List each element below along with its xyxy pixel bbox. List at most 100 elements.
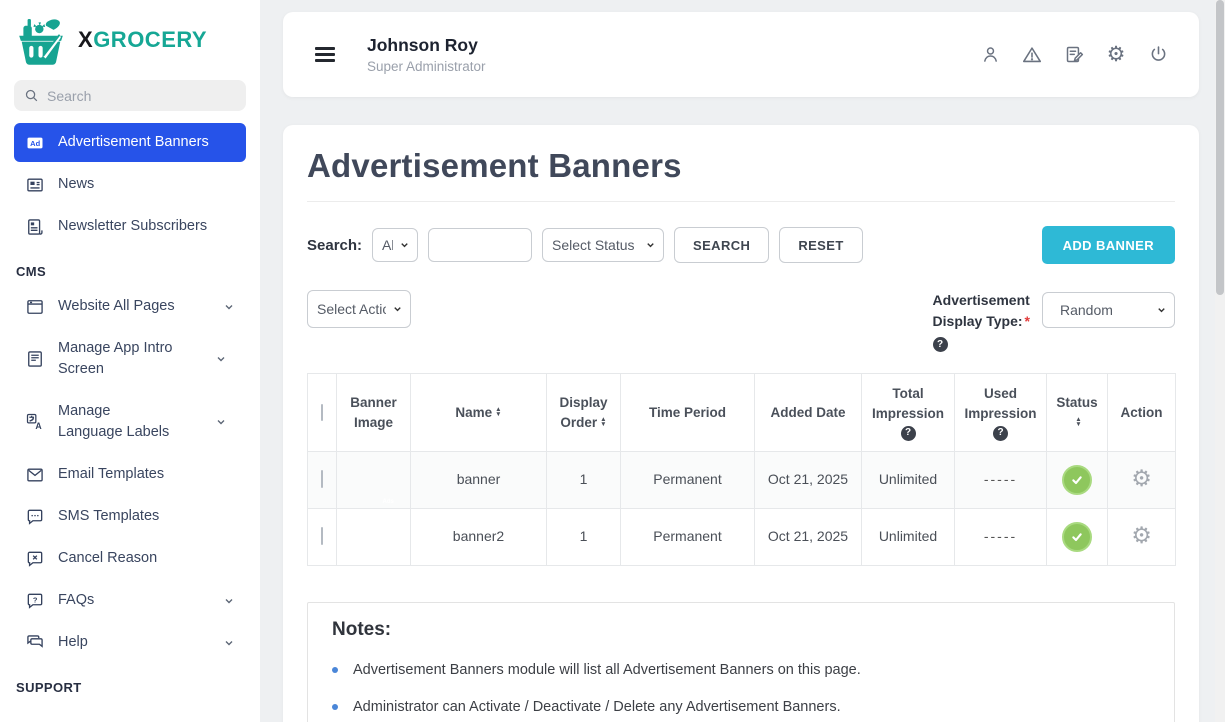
help-question-icon[interactable]: ? bbox=[901, 426, 916, 441]
user-block: Johnson Roy Super Administrator bbox=[367, 35, 486, 74]
webpage-icon bbox=[25, 297, 45, 317]
hamburger-menu-icon[interactable] bbox=[313, 43, 337, 66]
alert-icon[interactable] bbox=[1021, 44, 1043, 66]
chevron-down-icon bbox=[392, 304, 403, 315]
brand-logo: XGROCERY bbox=[0, 0, 260, 78]
sidebar-item-label: Manage App Intro Screen bbox=[58, 338, 178, 380]
sidebar-item-newsletter-subscribers[interactable]: Newsletter Subscribers bbox=[14, 207, 246, 246]
sidebar-search[interactable] bbox=[14, 80, 246, 111]
col-total-impression: Total Impression? bbox=[862, 374, 955, 452]
newsletter-icon bbox=[25, 217, 45, 237]
svg-text:A: A bbox=[35, 421, 42, 431]
sidebar-item-faqs[interactable]: ? FAQs bbox=[14, 581, 246, 620]
status-select[interactable]: Select Status bbox=[542, 228, 664, 262]
reset-button[interactable]: RESET bbox=[779, 227, 862, 263]
col-action: Action bbox=[1108, 374, 1176, 452]
user-name: Johnson Roy bbox=[367, 35, 486, 56]
search-icon bbox=[24, 88, 39, 103]
row-action-gear-icon[interactable]: ⚙ bbox=[1131, 466, 1152, 492]
search-type-select[interactable]: All bbox=[372, 228, 418, 262]
row-action-gear-icon[interactable]: ⚙ bbox=[1131, 523, 1152, 549]
sidebar-item-manage-app-intro-screen[interactable]: Manage App Intro Screen bbox=[14, 329, 214, 389]
scrollbar-thumb[interactable] bbox=[1216, 0, 1224, 295]
filter-row: Search: All Select Status SEARCH RESET A… bbox=[307, 226, 1175, 264]
page-title: Advertisement Banners bbox=[307, 147, 1175, 185]
bullet-dot bbox=[332, 667, 338, 673]
notes-title: Notes: bbox=[332, 619, 1150, 641]
help-question-icon[interactable]: ? bbox=[933, 337, 948, 352]
cell-total-impression: Unlimited bbox=[862, 452, 955, 509]
email-icon bbox=[25, 465, 45, 485]
sidebar-search-input[interactable] bbox=[47, 88, 236, 104]
sidebar-item-email-templates[interactable]: Email Templates bbox=[14, 455, 246, 494]
chevron-down-icon bbox=[399, 240, 410, 251]
sms-icon bbox=[25, 507, 45, 527]
sidebar-item-sms-templates[interactable]: SMS Templates bbox=[14, 497, 246, 536]
sort-icon: ▲▼ bbox=[1075, 417, 1081, 427]
sidebar-item-label: Email Templates bbox=[58, 464, 235, 485]
bullet-dot bbox=[332, 704, 338, 710]
add-banner-button[interactable]: ADD BANNER bbox=[1042, 226, 1175, 264]
table-row: Ads banner 1 Permanent Oct 21, 2025 Unli… bbox=[308, 452, 1176, 509]
sort-icon: ▲▼ bbox=[600, 417, 606, 427]
note-item: Administrator can Activate / Deactivate … bbox=[332, 699, 1150, 715]
row-checkbox[interactable] bbox=[321, 527, 323, 545]
table-header-row: Banner Image Name▲▼ Display Order▲▼ Time… bbox=[308, 374, 1176, 452]
cell-total-impression: Unlimited bbox=[862, 509, 955, 566]
display-type-select[interactable]: Random bbox=[1042, 292, 1175, 328]
sidebar-item-help[interactable]: Help bbox=[14, 623, 246, 662]
status-active-icon[interactable] bbox=[1062, 522, 1092, 552]
sidebar-item-label: Website All Pages bbox=[58, 296, 210, 317]
sidebar-item-news[interactable]: News bbox=[14, 165, 246, 204]
banners-table: Banner Image Name▲▼ Display Order▲▼ Time… bbox=[307, 373, 1176, 566]
cell-time-period: Permanent bbox=[621, 509, 755, 566]
form-edit-icon[interactable] bbox=[1063, 44, 1085, 66]
app-intro-icon bbox=[25, 349, 45, 369]
chevron-down-icon bbox=[223, 301, 235, 313]
sidebar-item-label: SMS Templates bbox=[58, 506, 235, 527]
row-checkbox[interactable] bbox=[321, 470, 323, 488]
help-question-icon[interactable]: ? bbox=[993, 426, 1008, 441]
chevron-down-icon bbox=[1156, 305, 1167, 316]
sidebar-item-cancel-reason[interactable]: Cancel Reason bbox=[14, 539, 246, 578]
sidebar-item-label: Cancel Reason bbox=[58, 548, 235, 569]
sort-icon: ▲▼ bbox=[495, 407, 501, 417]
grocery-basket-icon bbox=[14, 14, 68, 66]
profile-icon[interactable] bbox=[979, 44, 1001, 66]
col-status[interactable]: Status▲▼ bbox=[1047, 374, 1108, 452]
col-display-order[interactable]: Display Order▲▼ bbox=[547, 374, 621, 452]
sidebar: XGROCERY Ad Advertisement Banners News N… bbox=[0, 0, 260, 722]
cell-added-date: Oct 21, 2025 bbox=[755, 452, 862, 509]
select-all-header bbox=[308, 374, 337, 452]
scrollbar-track bbox=[1215, 0, 1225, 722]
col-banner-image: Banner Image bbox=[337, 374, 411, 452]
cell-time-period: Permanent bbox=[621, 452, 755, 509]
sidebar-item-manage-language-labels[interactable]: A Manage Language Labels bbox=[14, 392, 214, 452]
sidebar-item-website-all-pages[interactable]: Website All Pages bbox=[14, 287, 246, 326]
logout-power-icon[interactable] bbox=[1147, 44, 1169, 66]
sidebar-section-cms: CMS bbox=[0, 249, 260, 284]
ad-icon: Ad bbox=[25, 133, 45, 153]
status-active-icon[interactable] bbox=[1062, 465, 1092, 495]
cell-used-impression: ----- bbox=[955, 509, 1047, 566]
col-name[interactable]: Name▲▼ bbox=[411, 374, 547, 452]
header-icons: ⚙ bbox=[979, 44, 1169, 66]
title-divider bbox=[307, 201, 1175, 202]
search-button[interactable]: SEARCH bbox=[674, 227, 769, 263]
sidebar-item-label: Advertisement Banners bbox=[58, 132, 235, 153]
search-input[interactable] bbox=[428, 228, 532, 262]
required-asterisk: * bbox=[1025, 313, 1030, 329]
sidebar-item-label: Help bbox=[58, 632, 210, 653]
news-icon bbox=[25, 175, 45, 195]
main-content: Advertisement Banners Search: All Select… bbox=[283, 125, 1199, 722]
sidebar-item-advertisement-banners[interactable]: Ad Advertisement Banners bbox=[14, 123, 246, 162]
col-added-date: Added Date bbox=[755, 374, 862, 452]
sidebar-nav: Ad Advertisement Banners News Newsletter… bbox=[0, 123, 260, 700]
select-all-checkbox[interactable] bbox=[321, 404, 323, 421]
chevron-down-icon bbox=[645, 240, 656, 251]
table-row: banner2 1 Permanent Oct 21, 2025 Unlimit… bbox=[308, 509, 1176, 566]
bulk-action-select[interactable]: Select Action bbox=[307, 290, 411, 328]
notes-panel: Notes: Advertisement Banners module will… bbox=[307, 602, 1175, 722]
note-item: Advertisement Banners module will list a… bbox=[332, 662, 1150, 678]
settings-gear-icon[interactable]: ⚙ bbox=[1105, 44, 1127, 66]
